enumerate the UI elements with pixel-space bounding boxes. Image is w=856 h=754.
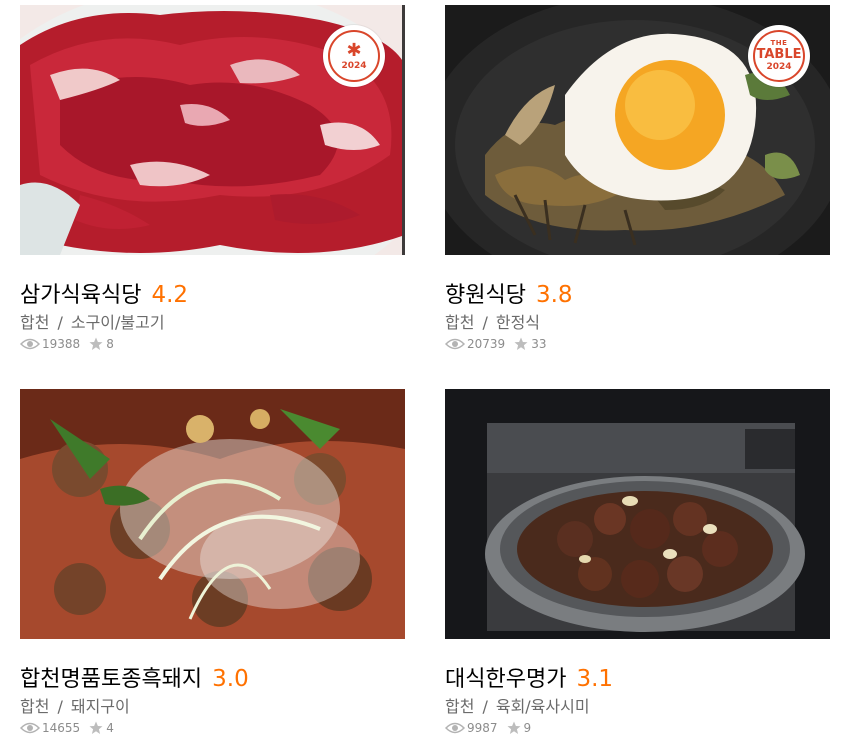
star-icon bbox=[507, 721, 521, 735]
award-badge: ✱ 2024 bbox=[323, 25, 385, 87]
review-count: 9 bbox=[523, 721, 532, 735]
meta-separator: / bbox=[482, 697, 488, 716]
restaurant-photo-pork-stew[interactable] bbox=[20, 389, 405, 639]
review-count: 33 bbox=[531, 337, 547, 351]
restaurant-category: 한정식 bbox=[495, 313, 541, 332]
badge-title: TABLE bbox=[756, 47, 802, 62]
eye-icon bbox=[19, 338, 41, 350]
restaurant-category: 소구이/불고기 bbox=[70, 313, 165, 332]
restaurant-region: 합천 bbox=[20, 313, 50, 332]
restaurant-category: 육회/육사시미 bbox=[495, 697, 590, 716]
badge-year: 2024 bbox=[341, 60, 367, 71]
restaurant-region: 합천 bbox=[445, 697, 475, 716]
restaurant-photo-beef-pot[interactable] bbox=[445, 389, 830, 639]
eye-icon bbox=[19, 722, 41, 734]
restaurant-name[interactable]: 대식한우명가 bbox=[445, 661, 566, 693]
meta-separator: / bbox=[57, 313, 63, 332]
restaurant-score: 3.1 bbox=[576, 666, 614, 692]
asterisk-icon: ✱ bbox=[346, 39, 362, 61]
restaurant-score: 3.0 bbox=[212, 666, 249, 692]
restaurant-score: 4.2 bbox=[151, 282, 189, 308]
view-count: 9987 bbox=[467, 721, 498, 735]
restaurant-category: 돼지구이 bbox=[70, 697, 130, 716]
review-count: 4 bbox=[106, 721, 114, 735]
eye-icon bbox=[444, 722, 466, 734]
restaurant-name[interactable]: 합천명품토종흑돼지 bbox=[20, 661, 202, 693]
view-count: 14655 bbox=[42, 721, 81, 735]
star-icon bbox=[89, 721, 103, 735]
eye-icon bbox=[444, 338, 466, 350]
badge-year: 2024 bbox=[766, 62, 792, 72]
restaurant-region: 합천 bbox=[445, 313, 475, 332]
star-icon bbox=[514, 337, 528, 351]
meta-separator: / bbox=[482, 313, 488, 332]
review-count: 8 bbox=[106, 337, 114, 351]
view-count: 20739 bbox=[467, 337, 506, 351]
award-badge: THE TABLE 2024 bbox=[748, 25, 810, 87]
restaurant-region: 합천 bbox=[20, 697, 50, 716]
restaurant-photo-bibimbap[interactable]: THE TABLE 2024 bbox=[445, 5, 830, 255]
star-icon bbox=[89, 337, 103, 351]
meta-separator: / bbox=[57, 697, 63, 716]
restaurant-name[interactable]: 향원식당 bbox=[445, 277, 526, 309]
restaurant-card[interactable]: 합천명품토종흑돼지 3.0 합천 / 돼지구이 14655 4 bbox=[19, 389, 405, 736]
restaurant-name[interactable]: 삼가식육식당 bbox=[20, 277, 141, 309]
badge-top: THE bbox=[770, 39, 788, 47]
restaurant-score: 3.8 bbox=[535, 282, 573, 308]
restaurant-card[interactable]: THE TABLE 2024 향원식당 3.8 합천 / 한정식 20739 33 bbox=[444, 5, 830, 352]
restaurant-card[interactable]: ✱ 2024 삼가식육식당 4.2 합천 / 소구이/불고기 19388 8 bbox=[19, 5, 405, 352]
restaurant-photo-raw-beef[interactable]: ✱ 2024 bbox=[20, 5, 405, 255]
restaurant-card[interactable]: 대식한우명가 3.1 합천 / 육회/육사시미 9987 9 bbox=[444, 389, 830, 736]
view-count: 19388 bbox=[42, 337, 81, 351]
